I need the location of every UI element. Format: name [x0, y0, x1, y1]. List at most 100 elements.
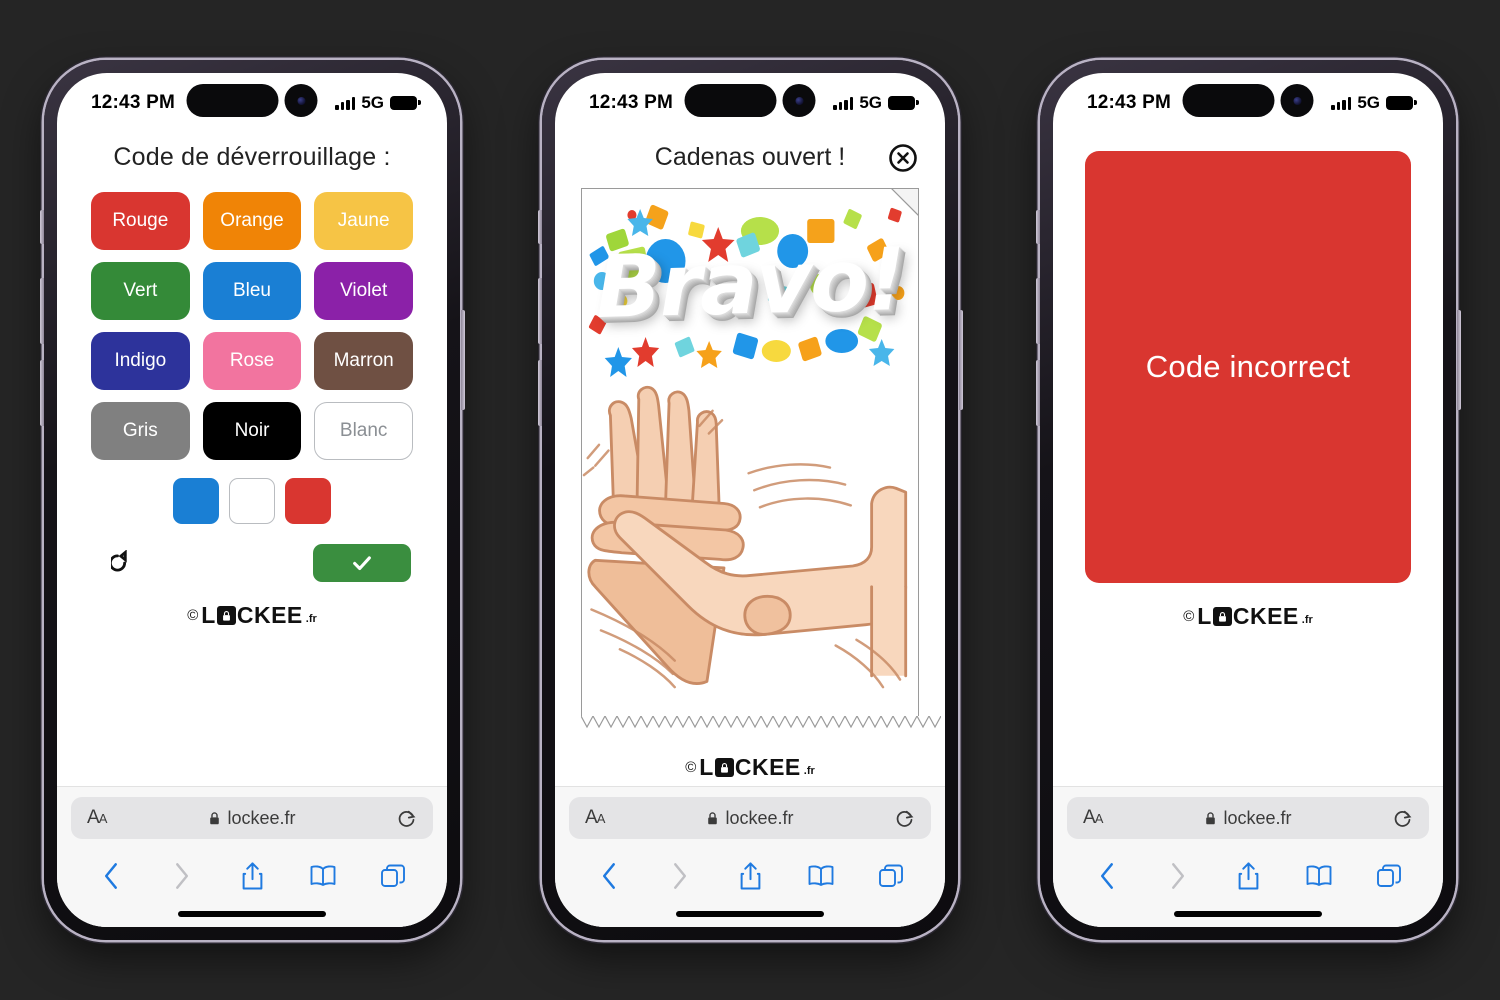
safari-tabbar — [569, 839, 931, 901]
address-bar[interactable]: AA lockee.fr — [71, 797, 433, 839]
volume-down-button[interactable] — [537, 360, 542, 426]
color-button-gris[interactable]: Gris — [91, 402, 190, 460]
checkmark-icon — [353, 556, 371, 571]
power-button[interactable] — [460, 310, 465, 410]
color-button-vert[interactable]: Vert — [91, 262, 190, 320]
lockee-logo: © L CKEE .fr — [1075, 605, 1421, 628]
address-bar[interactable]: AA lockee.fr — [1067, 797, 1429, 839]
color-button-noir[interactable]: Noir — [202, 402, 302, 460]
forward-button — [658, 856, 702, 896]
color-button-orange[interactable]: Orange — [202, 192, 302, 250]
lockee-text-after: CKEE — [734, 754, 801, 780]
book-icon — [1306, 865, 1331, 886]
bookmarks-button[interactable] — [301, 856, 345, 896]
color-button-marron[interactable]: Marron — [314, 332, 413, 390]
status-clock: 12:43 PM — [91, 92, 175, 113]
chevron-right-icon — [674, 863, 687, 889]
reset-arrow-icon[interactable] — [107, 546, 141, 580]
tabs-icon — [1377, 864, 1401, 887]
validate-button[interactable] — [313, 544, 411, 582]
lockee-logo: © L CKEE .fr — [79, 604, 425, 627]
color-button-label: Noir — [234, 420, 270, 441]
dynamic-island-pill — [1182, 84, 1275, 117]
cellular-bars-icon — [833, 96, 854, 110]
url-text: lockee.fr — [1223, 807, 1292, 828]
lockee-suffix: .fr — [1301, 614, 1313, 626]
padlock-icon — [714, 758, 734, 777]
selected-swatch-3[interactable] — [285, 478, 331, 524]
safari-tabbar — [71, 839, 433, 901]
phone3-screen: 12:43 PM 5G Code incorrect © L CKEE .fr … — [1053, 73, 1443, 927]
copyright-symbol: © — [685, 759, 697, 776]
color-button-violet[interactable]: Violet — [314, 262, 413, 320]
battery-full-icon — [888, 96, 919, 110]
address-bar[interactable]: AA lockee.fr — [569, 797, 931, 839]
volume-down-button[interactable] — [39, 360, 44, 426]
back-button[interactable] — [1085, 856, 1129, 896]
color-button-label: Bleu — [232, 280, 271, 301]
text-size-button[interactable]: AA — [585, 807, 605, 829]
forward-button — [1156, 856, 1200, 896]
tabs-button[interactable] — [371, 856, 415, 896]
iphone-device-1: 12:43 PM 5G Code de déverrouillage : Rou… — [39, 60, 465, 940]
phone2-page: Cadenas ouvert ! Bravo! © L CKEE .fr — [555, 129, 945, 786]
bookmarks-button[interactable] — [1297, 856, 1341, 896]
reload-icon[interactable] — [396, 808, 417, 829]
home-indicator — [71, 901, 433, 927]
lockee-wordmark: L CKEE — [699, 756, 800, 779]
color-button-rouge[interactable]: Rouge — [91, 192, 190, 250]
tabs-button[interactable] — [869, 856, 913, 896]
reload-icon[interactable] — [894, 808, 915, 829]
home-indicator — [1067, 901, 1429, 927]
battery-full-icon — [390, 96, 421, 110]
address-bar-center: lockee.fr — [71, 808, 433, 829]
tabs-button[interactable] — [1367, 856, 1411, 896]
lockee-text-after: CKEE — [1232, 603, 1299, 629]
iphone-device-3: 12:43 PM 5G Code incorrect © L CKEE .fr … — [1035, 60, 1461, 940]
safari-toolbar-2: AA lockee.fr — [555, 786, 945, 927]
dynamic-island — [1182, 84, 1314, 117]
text-size-button[interactable]: AA — [1083, 807, 1103, 829]
success-title: Cadenas ouvert ! — [654, 143, 846, 171]
volume-down-button[interactable] — [1035, 360, 1040, 426]
network-type-label: 5G — [361, 93, 384, 112]
share-icon — [740, 862, 760, 890]
color-button-label: Violet — [340, 280, 388, 301]
color-button-label: Indigo — [114, 350, 167, 371]
lockee-text-before: L — [201, 602, 216, 628]
color-button-blanc[interactable]: Blanc — [314, 402, 413, 460]
color-button-rose[interactable]: Rose — [202, 332, 302, 390]
phone1-page: Code de déverrouillage : Rouge Orange Ja… — [57, 129, 447, 786]
chevron-right-icon — [1172, 863, 1185, 889]
confetti-illustration: Bravo! — [582, 189, 918, 379]
bookmarks-button[interactable] — [799, 856, 843, 896]
back-button[interactable] — [587, 856, 631, 896]
reload-icon[interactable] — [1392, 808, 1413, 829]
forward-button — [160, 856, 204, 896]
padlock-icon — [216, 606, 236, 625]
tabs-icon — [381, 864, 405, 887]
selected-swatch-2[interactable] — [229, 478, 275, 524]
share-button[interactable] — [728, 856, 772, 896]
network-type-label: 5G — [1357, 93, 1380, 112]
share-icon — [242, 862, 262, 890]
share-button[interactable] — [230, 856, 274, 896]
power-button[interactable] — [958, 310, 963, 410]
home-indicator — [569, 901, 931, 927]
front-camera-icon — [284, 84, 318, 117]
color-button-bleu[interactable]: Bleu — [202, 262, 302, 320]
back-button[interactable] — [89, 856, 133, 896]
share-button[interactable] — [1226, 856, 1270, 896]
color-button-indigo[interactable]: Indigo — [91, 332, 190, 390]
front-camera-icon — [1280, 84, 1314, 117]
bravo-text: Bravo! — [594, 229, 906, 339]
color-button-label: Jaune — [337, 210, 390, 231]
text-size-button[interactable]: AA — [87, 807, 107, 829]
power-button[interactable] — [1456, 310, 1461, 410]
color-button-label: Rose — [229, 350, 275, 371]
url-text: lockee.fr — [725, 807, 794, 828]
close-button[interactable] — [887, 142, 919, 174]
error-message: Code incorrect — [1145, 349, 1351, 384]
color-button-jaune[interactable]: Jaune — [314, 192, 413, 250]
selected-swatch-1[interactable] — [173, 478, 219, 524]
